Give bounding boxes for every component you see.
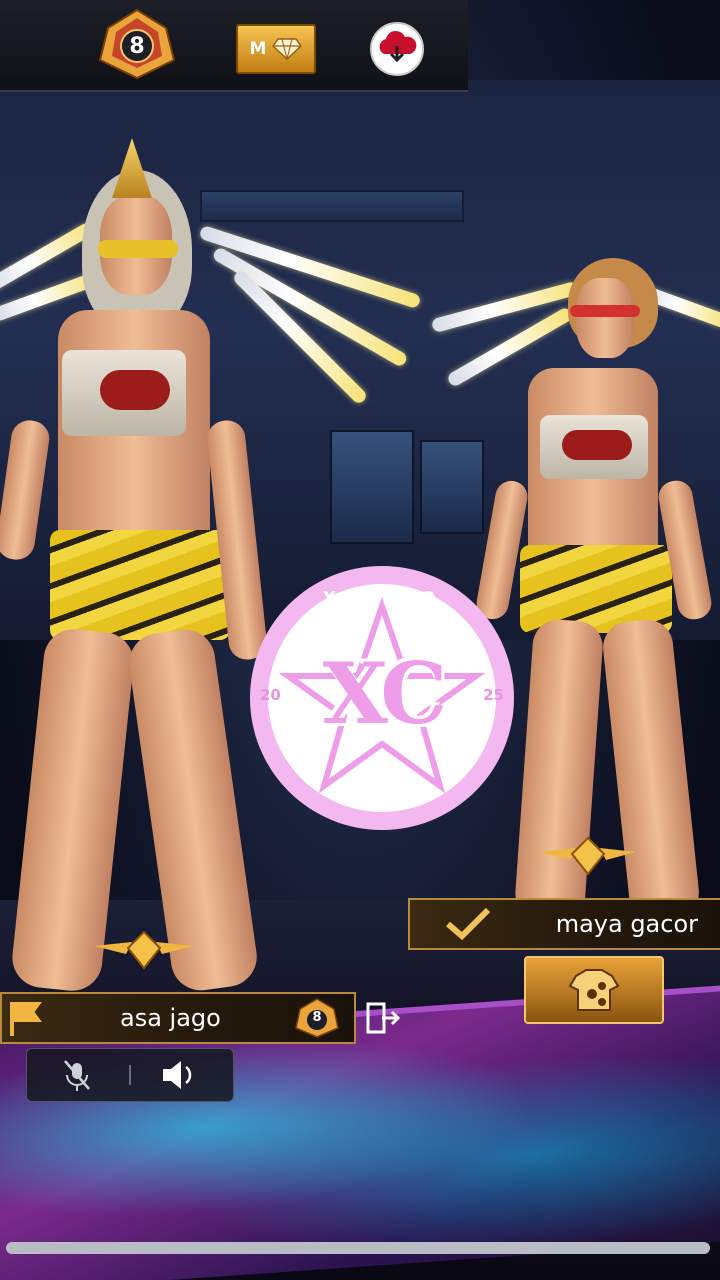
controls-divider — [129, 1065, 131, 1085]
exit-icon — [366, 1002, 401, 1034]
logo-year-right: 25 — [483, 686, 504, 704]
exit-team-button[interactable] — [364, 998, 404, 1038]
share-shirt-icon — [568, 969, 620, 1011]
logo-monogram: XC — [322, 644, 448, 743]
cloud-download-button[interactable] — [370, 22, 424, 76]
rank-level-text: 8 — [129, 34, 145, 59]
logo-bottom-text: ARER — [339, 787, 425, 808]
right-player-nameplate[interactable]: maya gacor — [408, 898, 720, 950]
share-profile-button[interactable] — [524, 956, 664, 1024]
speaker-icon — [163, 1061, 192, 1089]
mic-toggle[interactable] — [57, 1057, 97, 1093]
left-player-nameplate[interactable]: asa jago 8 — [0, 992, 356, 1044]
horizontal-scrollbar[interactable] — [6, 1242, 710, 1254]
rank-badge-button[interactable]: 8 — [94, 8, 180, 80]
left-player-rank-level: 8 — [312, 1010, 322, 1025]
background-window — [330, 430, 414, 544]
right-rank-wings-badge — [538, 834, 638, 884]
voice-controls — [26, 1048, 234, 1102]
diamond-icon — [272, 38, 303, 60]
left-player-rank-badge: 8 — [294, 998, 340, 1038]
left-rank-wings-badge — [92, 928, 196, 978]
mic-muted-icon — [64, 1060, 90, 1091]
leader-flag-icon — [10, 1002, 42, 1036]
left-player-name: asa jago — [120, 1004, 221, 1032]
top-bar: 8 M — [0, 0, 468, 92]
logo-top-text: XOCERO — [322, 588, 442, 609]
membership-label: M — [249, 39, 267, 59]
xc-team-logo: XOCERO XC 20 25 ARER — [250, 566, 514, 830]
winged-rank-icon — [94, 930, 194, 970]
membership-button[interactable]: M — [236, 24, 316, 74]
winged-rank-icon — [540, 836, 636, 876]
speaker-toggle[interactable] — [159, 1057, 199, 1093]
logo-year-left: 20 — [260, 686, 281, 704]
ready-check-icon — [446, 907, 491, 941]
cloud-download-icon — [379, 30, 417, 63]
background-window — [420, 440, 484, 534]
background-light-strip — [200, 190, 464, 222]
right-player-name: maya gacor — [555, 910, 698, 938]
